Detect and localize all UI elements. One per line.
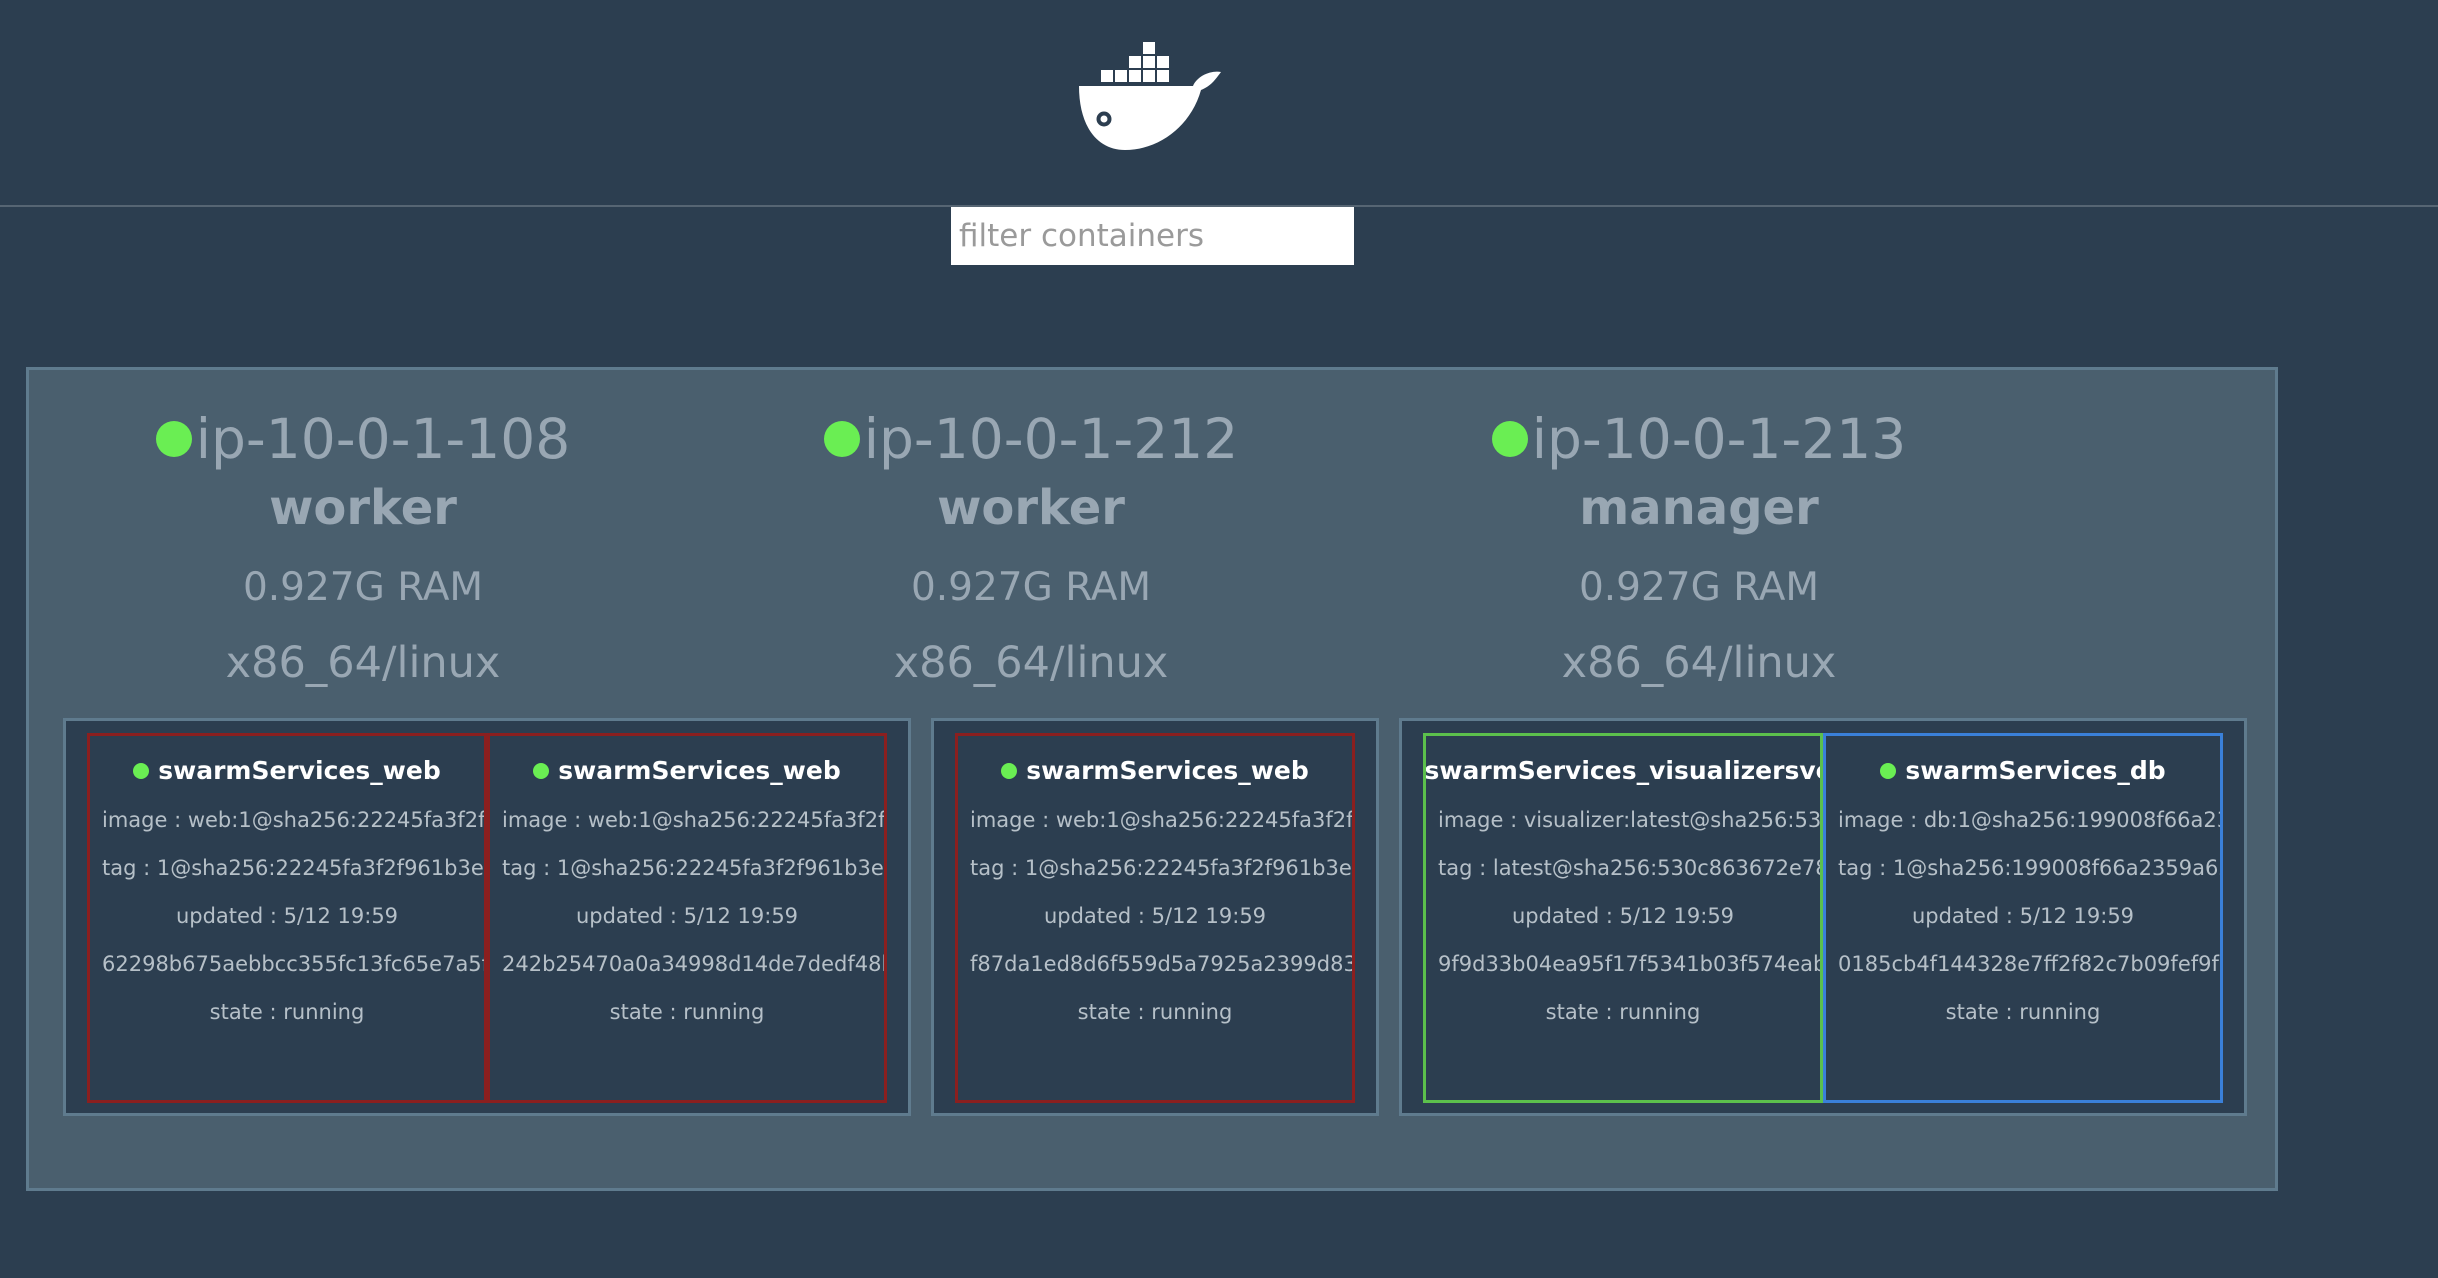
- container-image: image : web:1@sha256:22245fa3f2f961b3: [970, 808, 1354, 832]
- container-state: state : running: [209, 1000, 365, 1024]
- container-updated: updated : 5/12 19:59: [575, 904, 799, 928]
- card-title-row: swarmServices_web: [90, 756, 484, 785]
- service-name: swarmServices_web: [558, 756, 841, 785]
- status-dot-icon: [133, 762, 150, 779]
- service-name: swarmServices_web: [1026, 756, 1309, 785]
- container-tag: tag : 1@sha256:199008f66a2359a6268f3f: [1838, 856, 2220, 880]
- container-card[interactable]: swarmServices_web image : web:1@sha256:2…: [487, 733, 887, 1103]
- node-status-dot-icon: [1491, 421, 1528, 457]
- node-name-row: ip-10-0-1-212: [697, 404, 1365, 474]
- card-title-row: swarmServices_web: [490, 756, 884, 785]
- card-title-row: swarmServices_db: [1826, 756, 2220, 785]
- container-state: state : running: [1945, 1000, 2101, 1024]
- node-header-2: ip-10-0-1-212 worker 0.927G RAM x86_64/l…: [697, 370, 1365, 710]
- container-updated: updated : 5/12 19:59: [175, 904, 399, 928]
- node-ram: 0.927G RAM: [242, 565, 484, 610]
- container-card[interactable]: swarmServices_db image : db:1@sha256:199…: [1823, 733, 2223, 1103]
- container-card[interactable]: swarmServices_visualizersvc image : visu…: [1423, 733, 1823, 1103]
- node-name-row: ip-10-0-1-108: [29, 404, 697, 474]
- container-tag: tag : 1@sha256:22245fa3f2f961b3e313b9: [970, 856, 1352, 880]
- swarm-nodes-panel: ip-10-0-1-108 worker 0.927G RAM x86_64/l…: [26, 367, 2278, 1191]
- node-role: manager: [1579, 480, 1819, 536]
- node-name: ip-10-0-1-108: [195, 407, 571, 471]
- node-status-dot-icon: [823, 421, 860, 457]
- container-tag: tag : 1@sha256:22245fa3f2f961b3e313b9: [102, 856, 484, 880]
- service-name: swarmServices_db: [1905, 756, 2166, 785]
- node-status-dot-icon: [155, 421, 192, 457]
- node-name: ip-10-0-1-212: [863, 407, 1239, 471]
- node-header-1: ip-10-0-1-108 worker 0.927G RAM x86_64/l…: [29, 370, 697, 710]
- container-updated: updated : 5/12 19:59: [1043, 904, 1267, 928]
- status-dot-icon: [533, 762, 550, 779]
- container-id: 0185cb4f144328e7ff2f82c7b09fef9f6f063: [1838, 952, 2220, 976]
- container-id: 9f9d33b04ea95f17f5341b03f574eabbb9d: [1438, 952, 1820, 976]
- node-role: worker: [937, 480, 1125, 536]
- container-image: image : db:1@sha256:199008f66a2359a6: [1838, 808, 2220, 832]
- card-title-row: swarmServices_visualizersvc: [1426, 756, 1820, 785]
- container-tag: tag : 1@sha256:22245fa3f2f961b3e313b9: [502, 856, 884, 880]
- container-card[interactable]: swarmServices_web image : web:1@sha256:2…: [87, 733, 487, 1103]
- container-updated: updated : 5/12 19:59: [1911, 904, 2135, 928]
- filter-containers-input[interactable]: [951, 207, 1354, 265]
- container-card[interactable]: swarmServices_web image : web:1@sha256:2…: [955, 733, 1355, 1103]
- container-state: state : running: [609, 1000, 765, 1024]
- container-id: 62298b675aebbcc355fc13fc65e7a5f018fc: [102, 952, 487, 976]
- node-ram: 0.927G RAM: [1578, 565, 1820, 610]
- container-image: image : web:1@sha256:22245fa3f2f961b3: [502, 808, 886, 832]
- container-image: image : visualizer:latest@sha256:530c863: [1438, 808, 1822, 832]
- container-image: image : web:1@sha256:22245fa3f2f961b3: [102, 808, 486, 832]
- container-tag: tag : latest@sha256:530c863672e7830d7: [1438, 856, 1820, 880]
- container-state: state : running: [1545, 1000, 1701, 1024]
- container-updated: updated : 5/12 19:59: [1511, 904, 1735, 928]
- node-containers-3: swarmServices_visualizersvc image : visu…: [1399, 718, 2247, 1116]
- node-os: x86_64/linux: [1561, 638, 1837, 688]
- node-header-3: ip-10-0-1-213 manager 0.927G RAM x86_64/…: [1365, 370, 2033, 710]
- card-title-row: swarmServices_web: [958, 756, 1352, 785]
- container-id: f87da1ed8d6f559d5a7925a2399d83b6ccb: [970, 952, 1355, 976]
- service-name: swarmServices_visualizersvc: [1424, 756, 1823, 785]
- status-dot-icon: [1001, 762, 1018, 779]
- container-id: 242b25470a0a34998d14de7dedf48be1c1: [502, 952, 884, 976]
- node-name: ip-10-0-1-213: [1531, 407, 1907, 471]
- node-containers-2: swarmServices_web image : web:1@sha256:2…: [931, 718, 1379, 1116]
- node-os: x86_64/linux: [893, 638, 1169, 688]
- node-name-row: ip-10-0-1-213: [1365, 404, 2033, 474]
- node-containers-1: swarmServices_web image : web:1@sha256:2…: [63, 718, 911, 1116]
- docker-whale-icon: [1079, 42, 1221, 150]
- node-ram: 0.927G RAM: [910, 565, 1152, 610]
- service-name: swarmServices_web: [158, 756, 441, 785]
- container-state: state : running: [1077, 1000, 1233, 1024]
- node-role: worker: [269, 480, 457, 536]
- status-dot-icon: [1880, 762, 1897, 779]
- node-os: x86_64/linux: [225, 638, 501, 688]
